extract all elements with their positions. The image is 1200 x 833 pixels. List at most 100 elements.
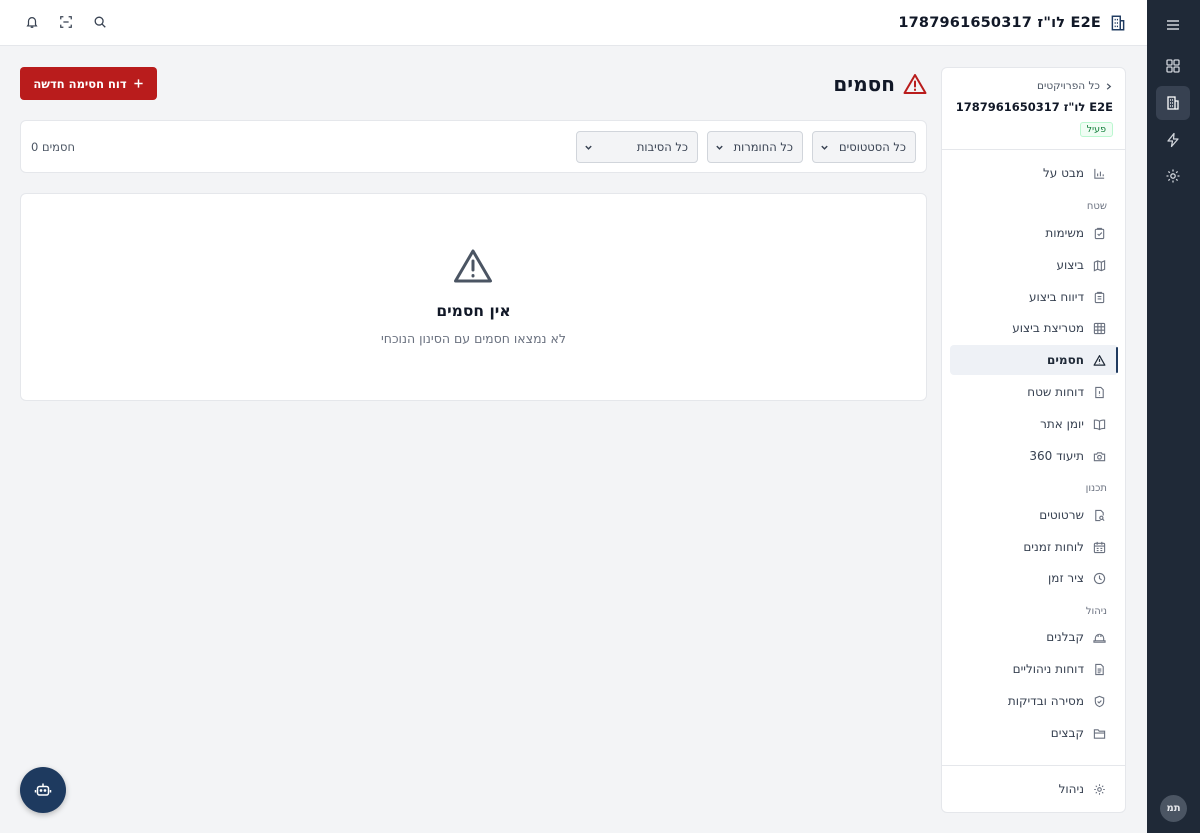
sidebar-item-label: קבלנים: [1046, 630, 1084, 644]
top-header: E2E לו"ז 1787961650317: [0, 0, 1147, 46]
sidebar-item-execution-matrix[interactable]: מטריצת ביצוע: [950, 313, 1118, 343]
grid-icon[interactable]: [1156, 49, 1190, 83]
clipboard-list-icon: [1092, 290, 1106, 304]
plus-icon: [133, 78, 144, 89]
page-heading: חסמים: [833, 70, 927, 98]
file-search-icon: [1092, 508, 1106, 522]
sidebar-item-execution-report[interactable]: דיווח ביצוע: [950, 282, 1118, 312]
sidebar-item-label: משימות: [1045, 226, 1084, 240]
sidebar-item-label: ציר זמן: [1048, 571, 1084, 585]
sidebar-item-field-reports[interactable]: דוחות שטח: [950, 377, 1118, 407]
filters-bar: כל הסטטוסים כל החומרות כל הסיבות 0 חסמים: [20, 120, 927, 173]
gear-icon[interactable]: [1156, 159, 1190, 193]
chevron-down-icon: [715, 143, 724, 152]
sidebar-item-blockers[interactable]: חסמים: [950, 345, 1118, 375]
severity-filter-select[interactable]: כל החומרות: [707, 131, 803, 163]
project-title-bar: E2E לו"ז 1787961650317: [898, 0, 1127, 46]
sidebar-item-label: יומן אתר: [1040, 417, 1084, 431]
calendar-icon: [1092, 540, 1106, 554]
bell-icon[interactable]: [24, 14, 40, 30]
sidebar-item-files[interactable]: קבצים: [950, 718, 1118, 748]
sidebar-project-name: E2E לו"ז 1787961650317: [955, 100, 1113, 114]
chevron-down-icon: [820, 143, 829, 152]
sidebar-item-drawings[interactable]: שרטוטים: [950, 500, 1118, 530]
sidebar-item-label: דיווח ביצוע: [1029, 290, 1084, 304]
sidebar-item-label: דוחות שטח: [1027, 385, 1084, 399]
sidebar-item-label: שרטוטים: [1039, 508, 1084, 522]
sidebar-item-label: קבצים: [1050, 726, 1084, 740]
reason-filter-select[interactable]: כל הסיבות: [576, 131, 698, 163]
sidebar-item-tasks[interactable]: משימות: [950, 218, 1118, 248]
divider: [942, 765, 1125, 766]
page-title: חסמים: [833, 72, 895, 96]
new-blocker-report-label: דוח חסימה חדשה: [33, 76, 127, 91]
scan-icon[interactable]: [58, 14, 74, 30]
book-icon: [1092, 417, 1106, 431]
sidebar-item-management-reports[interactable]: דוחות ניהוליים: [950, 654, 1118, 684]
camera-icon: [1092, 449, 1106, 463]
sidebar-item-timeline[interactable]: ציר זמן: [950, 563, 1118, 593]
table-icon: [1092, 321, 1106, 335]
shield-icon: [1092, 694, 1106, 708]
sidebar-item-schedules[interactable]: לוחות זמנים: [950, 532, 1118, 562]
sidebar-item-label: חסמים: [1047, 353, 1084, 367]
clipboard-icon: [1092, 226, 1106, 240]
lightning-icon[interactable]: [1156, 123, 1190, 157]
chevron-right-icon: [1106, 82, 1112, 90]
reason-filter-value: כל הסיבות: [636, 140, 688, 154]
sidebar-item-label: תיעוד 360: [1029, 449, 1084, 463]
sidebar-item-admin[interactable]: ניהול: [950, 774, 1118, 804]
file-alert-icon: [1092, 385, 1106, 399]
status-filter-select[interactable]: כל הסטטוסים: [812, 131, 916, 163]
sidebar-item-handover-inspections[interactable]: מסירה ובדיקות: [950, 686, 1118, 716]
new-blocker-report-button[interactable]: דוח חסימה חדשה: [20, 67, 157, 100]
header-actions: [24, 14, 108, 30]
sidebar-item-overview[interactable]: מבט על: [950, 158, 1118, 188]
gear-icon: [1092, 782, 1106, 796]
clock-icon: [1092, 571, 1106, 585]
warning-icon: [1092, 353, 1106, 367]
status-filter-value: כל הסטטוסים: [839, 140, 906, 154]
warning-icon: [903, 73, 927, 95]
sidebar-item-label: מסירה ובדיקות: [1007, 694, 1084, 708]
map-icon: [1092, 258, 1106, 272]
sidebar-item-label: לוחות זמנים: [1023, 540, 1084, 554]
project-title: E2E לו"ז 1787961650317: [898, 15, 1101, 31]
app-rail: תמ: [1147, 0, 1200, 833]
back-to-projects-link[interactable]: כל הפרויקטים: [1037, 80, 1113, 92]
building-icon[interactable]: [1156, 86, 1190, 120]
sidebar-item-execution[interactable]: ביצוע: [950, 250, 1118, 280]
chevron-down-icon: [584, 143, 593, 152]
sidebar-item-contractors[interactable]: קבלנים: [950, 622, 1118, 652]
sidebar-item-label: מטריצת ביצוע: [1012, 321, 1084, 335]
sidebar-item-360-documentation[interactable]: תיעוד 360: [950, 441, 1118, 471]
sidebar-item-label: ניהול: [1058, 782, 1084, 796]
empty-state-card: אין חסמים לא נמצאו חסמים עם הסינון הנוכח…: [20, 193, 927, 401]
chart-icon: [1092, 166, 1106, 180]
section-label-planning: תכנון: [1085, 483, 1107, 494]
assistant-bot-button[interactable]: [20, 767, 66, 813]
section-label-field: שטח: [1086, 201, 1107, 212]
back-label: כל הפרויקטים: [1037, 80, 1100, 92]
section-label-management: ניהול: [1085, 606, 1107, 617]
status-badge: פעיל: [1079, 122, 1113, 137]
sidebar-item-label: מבט על: [1042, 166, 1084, 180]
empty-state-subtitle: לא נמצאו חסמים עם הסינון הנוכחי: [380, 331, 567, 346]
robot-icon: [34, 781, 52, 799]
warning-icon: [453, 248, 493, 284]
menu-icon[interactable]: [1156, 8, 1190, 42]
project-sidebar: כל הפרויקטים E2E לו"ז 1787961650317 פעיל…: [941, 67, 1126, 813]
search-icon[interactable]: [92, 14, 108, 30]
sidebar-item-site-log[interactable]: יומן אתר: [950, 409, 1118, 439]
user-avatar[interactable]: תמ: [1160, 795, 1187, 822]
folder-icon: [1092, 726, 1106, 740]
severity-filter-value: כל החומרות: [733, 140, 793, 154]
building-icon: [1109, 14, 1127, 32]
empty-state-title: אין חסמים: [436, 302, 511, 320]
divider: [942, 149, 1125, 150]
sidebar-item-label: דוחות ניהוליים: [1012, 662, 1084, 676]
file-text-icon: [1092, 662, 1106, 676]
hard-hat-icon: [1092, 630, 1106, 644]
blockers-count: 0 חסמים: [31, 139, 75, 154]
sidebar-item-label: ביצוע: [1056, 258, 1084, 272]
